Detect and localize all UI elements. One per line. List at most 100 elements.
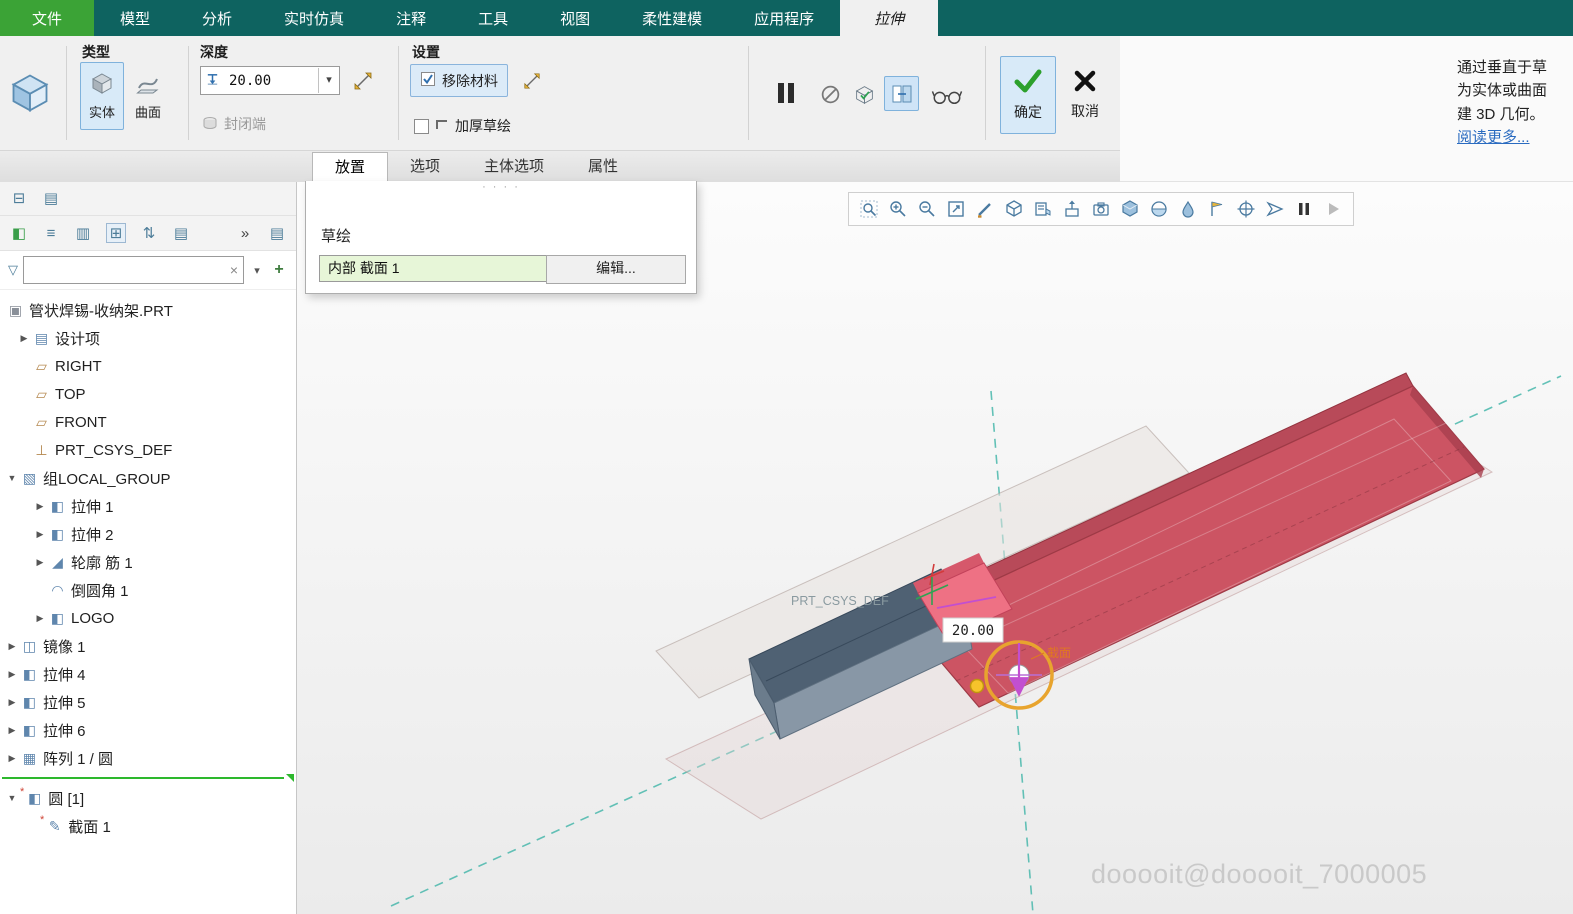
grid-view-icon[interactable]: ⊞: [106, 223, 126, 243]
menu-live-sim[interactable]: 实时仿真: [258, 0, 370, 36]
tree-item-extrude-6[interactable]: ▶ ◧ 拉伸 6: [0, 716, 296, 744]
tree-item-logo[interactable]: ▶ ◧ LOGO: [0, 604, 296, 632]
expand-arrow[interactable]: ▶: [16, 333, 32, 344]
tree-item-section-1[interactable]: * ✎ 截面 1: [0, 812, 296, 840]
expand-arrow[interactable]: ▶: [4, 641, 20, 652]
more-chevrons-icon[interactable]: »: [236, 225, 254, 242]
tree-settings-doc-icon[interactable]: ▤: [268, 224, 286, 242]
menu-file[interactable]: 文件: [0, 0, 94, 36]
saved-views-icon[interactable]: [1032, 198, 1054, 220]
zoom-region-icon[interactable]: [858, 198, 880, 220]
search-clear-icon[interactable]: ×: [225, 262, 243, 278]
tree-item-round-1[interactable]: ◠ 倒圆角 1: [0, 576, 296, 604]
expand-arrow[interactable]: ▶: [4, 669, 20, 680]
panel-drag-handle[interactable]: · · · ·: [306, 181, 696, 195]
closed-ends-toggle[interactable]: 封闭端: [202, 114, 266, 134]
tree-item-mirror-1[interactable]: ▶ ◫ 镜像 1: [0, 632, 296, 660]
tree-item-extrude-2[interactable]: ▶ ◧ 拉伸 2: [0, 520, 296, 548]
tree-item-right-plane[interactable]: ▱ RIGHT: [0, 352, 296, 380]
depth-dropdown-arrow[interactable]: ▾: [318, 68, 339, 93]
menu-model[interactable]: 模型: [94, 0, 176, 36]
menu-tools[interactable]: 工具: [452, 0, 534, 36]
tree-item-extrude-5[interactable]: ▶ ◧ 拉伸 5: [0, 688, 296, 716]
tree-item-circle-1[interactable]: ▼ * ◧ 圆 [1]: [0, 784, 296, 812]
expand-arrow[interactable]: ▶: [4, 725, 20, 736]
ok-button[interactable]: 确定: [1000, 56, 1056, 134]
collapse-arrow[interactable]: ▼: [4, 473, 20, 483]
tree-item-local-group[interactable]: ▼ ▧ 组LOCAL_GROUP: [0, 464, 296, 492]
menu-extrude-active[interactable]: 拉伸: [840, 0, 938, 36]
annotation-display-icon[interactable]: [1206, 198, 1228, 220]
flip-material-side-button[interactable]: [516, 64, 548, 97]
tree-new-folder-icon[interactable]: ▤: [42, 189, 60, 207]
expand-arrow[interactable]: ▶: [4, 697, 20, 708]
solid-button[interactable]: 实体: [80, 62, 124, 130]
tree-split-icon[interactable]: ⊟: [10, 189, 28, 207]
menu-annotate[interactable]: 注释: [370, 0, 452, 36]
repaint-icon[interactable]: [974, 198, 996, 220]
depth-drag-dot[interactable]: [971, 680, 984, 693]
expand-arrow[interactable]: ▶: [32, 529, 48, 540]
thicken-checkbox[interactable]: [414, 119, 429, 134]
pause-icon[interactable]: [1293, 198, 1315, 220]
expand-arrow[interactable]: ▶: [4, 753, 20, 764]
record-icon[interactable]: [1322, 198, 1344, 220]
tab-properties[interactable]: 属性: [566, 152, 640, 182]
show-features-icon[interactable]: ◧: [10, 224, 28, 242]
spin-center-icon[interactable]: [1235, 198, 1257, 220]
menu-applications[interactable]: 应用程序: [728, 0, 840, 36]
tree-item-profile-rib[interactable]: ▶ ◢ 轮廓 筋 1: [0, 548, 296, 576]
cancel-button[interactable]: 取消: [1058, 56, 1112, 134]
sketch-collector-field[interactable]: 内部 截面 1: [319, 255, 554, 282]
sort-icon[interactable]: ⇅: [140, 224, 158, 242]
collapse-arrow[interactable]: ▼: [4, 793, 20, 803]
depth-blind-icon[interactable]: [201, 72, 223, 90]
thicken-sketch-toggle[interactable]: 加厚草绘: [414, 116, 511, 136]
attached-preview-button[interactable]: [884, 76, 919, 111]
tree-item-part-root[interactable]: ▣ 管状焊锡-收纳架.PRT: [0, 296, 296, 324]
expand-arrow[interactable]: ▶: [32, 501, 48, 512]
appearance-icon[interactable]: [1177, 198, 1199, 220]
depth-value-input[interactable]: 20.00: [223, 73, 318, 89]
tree-item-pattern-1[interactable]: ▶ ▦ 阵列 1 / 圆: [0, 744, 296, 772]
read-more-link[interactable]: 阅读更多...: [1457, 126, 1570, 149]
tree-item-csys[interactable]: ⊥ PRT_CSYS_DEF: [0, 436, 296, 464]
pause-feature-button[interactable]: [768, 72, 804, 114]
verify-feature-icon[interactable]: [850, 80, 879, 109]
remove-material-button[interactable]: 移除材料: [410, 64, 508, 97]
insertion-locator[interactable]: [0, 774, 296, 782]
surface-button[interactable]: 曲面: [126, 62, 170, 130]
search-add-icon[interactable]: +: [270, 261, 288, 279]
filter-funnel-icon[interactable]: ▽: [8, 262, 18, 278]
flip-depth-direction-button[interactable]: [346, 64, 380, 97]
tree-item-extrude-4[interactable]: ▶ ◧ 拉伸 4: [0, 660, 296, 688]
tree-item-top-plane[interactable]: ▱ TOP: [0, 380, 296, 408]
menu-view[interactable]: 视图: [534, 0, 616, 36]
depth-dimension[interactable]: 20.00: [943, 618, 1003, 642]
edit-sketch-button[interactable]: 编辑...: [546, 255, 686, 284]
expand-arrow[interactable]: ▶: [32, 613, 48, 624]
refit-icon[interactable]: [945, 198, 967, 220]
zoom-in-icon[interactable]: [887, 198, 909, 220]
tree-columns-icon[interactable]: ▤: [172, 224, 190, 242]
tree-item-extrude-1[interactable]: ▶ ◧ 拉伸 1: [0, 492, 296, 520]
display-style-icon[interactable]: [1003, 198, 1025, 220]
no-preview-icon[interactable]: [816, 80, 845, 109]
shaded-view-icon[interactable]: [1119, 198, 1141, 220]
list-view-icon[interactable]: ≡: [42, 225, 60, 242]
view-normal-icon[interactable]: [1061, 198, 1083, 220]
detail-list-icon[interactable]: ▥: [74, 224, 92, 242]
tree-search-input[interactable]: [24, 259, 225, 281]
tree-item-design-items[interactable]: ▶ ▤ 设计项: [0, 324, 296, 352]
expand-arrow[interactable]: ▶: [32, 557, 48, 568]
section-tag[interactable]: 截面: [1047, 646, 1071, 660]
tree-item-front-plane[interactable]: ▱ FRONT: [0, 408, 296, 436]
depth-value-combo[interactable]: 20.00 ▾: [200, 66, 340, 95]
menu-analysis[interactable]: 分析: [176, 0, 258, 36]
tab-body-options[interactable]: 主体选项: [462, 152, 566, 182]
fly-through-icon[interactable]: [1264, 198, 1286, 220]
tab-options[interactable]: 选项: [388, 152, 462, 182]
capture-icon[interactable]: [1090, 198, 1112, 220]
glasses-preview-icon[interactable]: [926, 82, 968, 110]
menu-flexible-modeling[interactable]: 柔性建模: [616, 0, 728, 36]
